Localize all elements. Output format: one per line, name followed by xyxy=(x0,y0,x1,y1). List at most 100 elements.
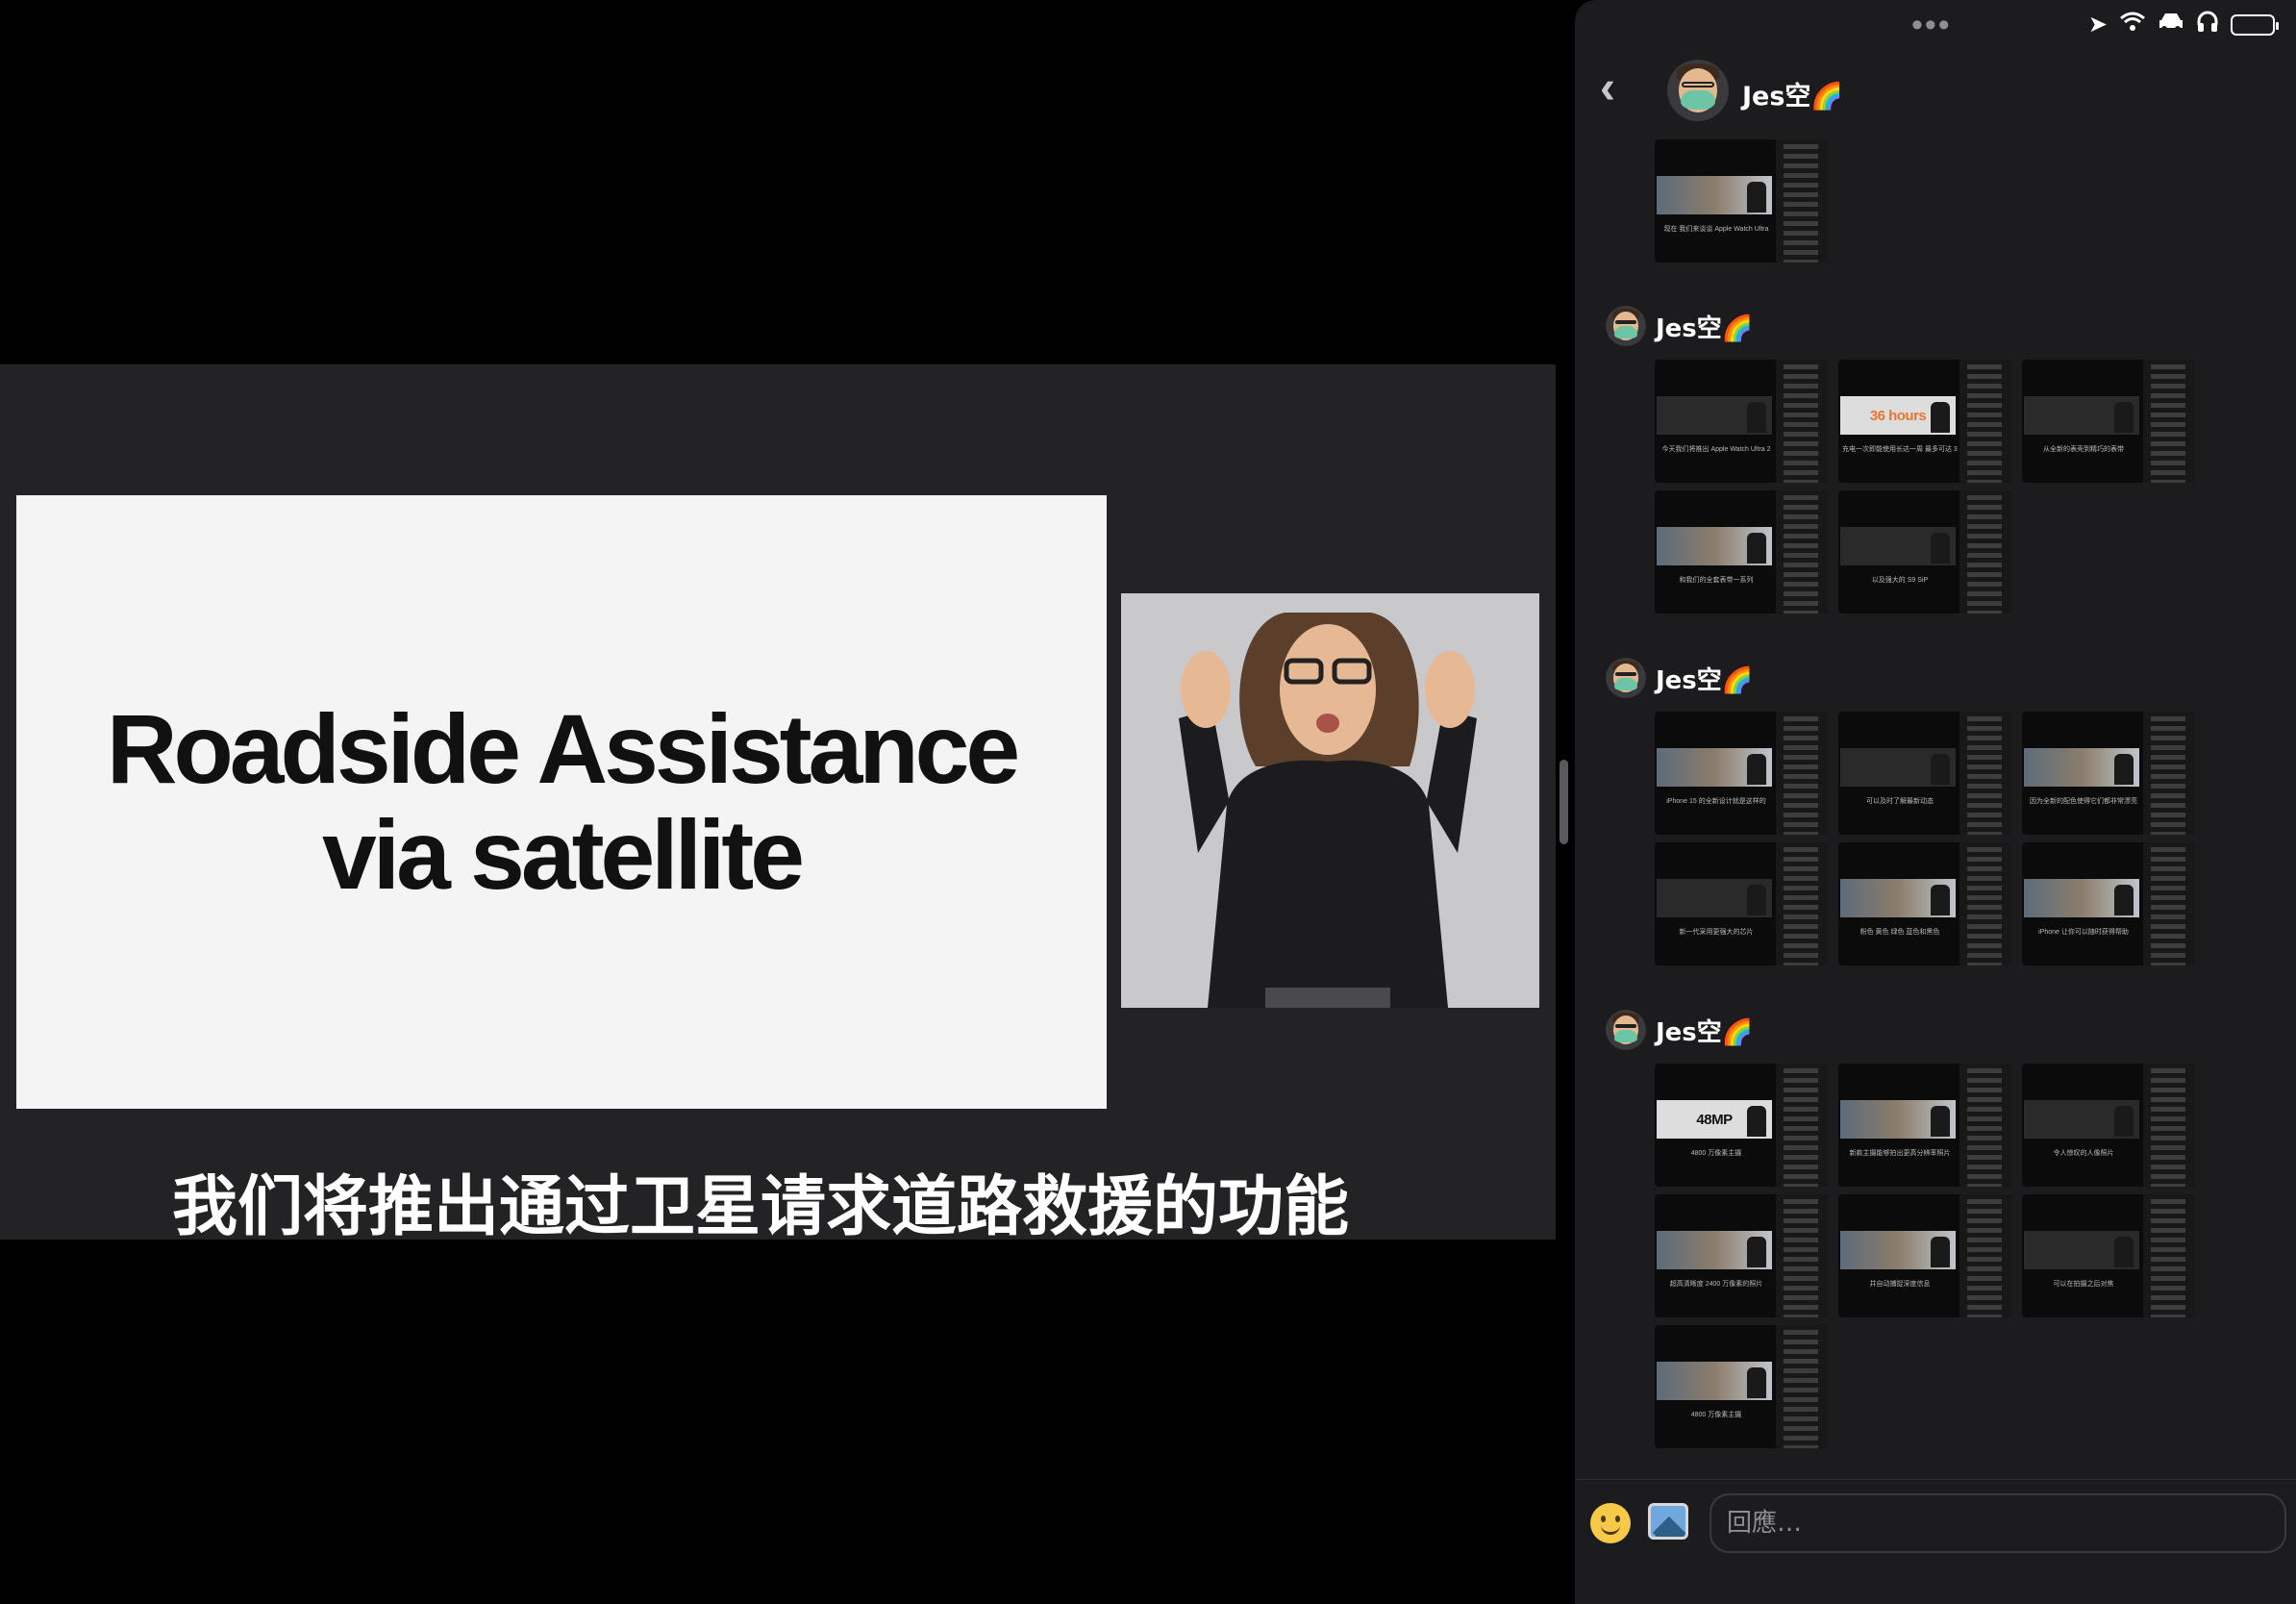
sender-name: Jes空🌈 xyxy=(1656,665,1754,695)
thumbnail-chat-strip xyxy=(1776,1325,1828,1448)
thumbnail-chat-strip xyxy=(1959,712,2011,835)
screenshot-thumbnail[interactable]: 今天我们将推出 Apple Watch Ultra 2 xyxy=(1655,360,1828,483)
sender-name: Jes空🌈 xyxy=(1656,313,1754,343)
screenshot-thumbnail[interactable]: 可以及时了解最新动态 xyxy=(1838,712,2011,835)
thumbnail-caption: 现在 我们来谈谈 Apple Watch Ultra xyxy=(1663,226,1769,233)
screenshot-thumbnail[interactable]: 因为全新的配色使得它们都非常漂亮 xyxy=(2022,712,2195,835)
thumbnail-chat-strip xyxy=(2143,1194,2195,1317)
thumbnail-chat-strip xyxy=(1959,1064,2011,1187)
screenshot-thumbnail[interactable]: 4800 万像素主摄 xyxy=(1655,1325,1828,1448)
video-player[interactable]: Roadside Assistance via satellite 我们将推出通… xyxy=(0,0,1573,1604)
back-chevron-icon[interactable]: ‹ xyxy=(1600,65,1615,112)
thumbnail-caption: iPhone 让你可以随时获得帮助 xyxy=(2038,929,2129,936)
screenshot-thumbnail[interactable]: 从全新的表壳到精巧的表带 xyxy=(2022,360,2195,483)
interpreter-figure xyxy=(2114,402,2134,433)
interpreter-figure xyxy=(1931,402,1950,433)
interpreter-figure xyxy=(1747,533,1766,564)
thumbnail-caption: 令人惊叹的人像照片 xyxy=(2053,1150,2114,1157)
thumbnail-chat-strip xyxy=(1776,490,1828,614)
screenshot-thumbnail[interactable]: 48MP 4800 万像素主摄 xyxy=(1655,1064,1828,1187)
interpreter-figure xyxy=(1747,1367,1766,1398)
interpreter-figure xyxy=(1747,1106,1766,1137)
sender-name: Jes空🌈 xyxy=(1656,1017,1754,1047)
interpreter-figure xyxy=(1747,885,1766,915)
headphones-icon xyxy=(2196,10,2219,39)
thumbnail-caption: 粉色 黄色 绿色 蓝色和黑色 xyxy=(1859,929,1940,936)
thumbnail-chat-strip xyxy=(2143,1064,2195,1187)
screenshot-thumbnail[interactable]: 新款主摄能够拍出更高分辨率照片 xyxy=(1838,1064,2011,1187)
thumbnail-caption: 充电一次即能使用长达一周 最多可达 36 小时 xyxy=(1842,446,1958,453)
interpreter-figure xyxy=(1931,1106,1950,1137)
thumbnail-caption: 可以在拍摄之后对焦 xyxy=(2053,1281,2114,1288)
thumbnail-chat-strip xyxy=(1776,1194,1828,1317)
video-subtitle: 我们将推出通过卫星请求道路救援的功能 xyxy=(171,1169,1349,1245)
thumbnail-chat-strip xyxy=(1776,1064,1828,1187)
thumbnail-caption: 4800 万像素主摄 xyxy=(1690,1412,1742,1418)
video-frame[interactable]: Roadside Assistance via satellite 我们将推出通… xyxy=(0,364,1556,1245)
thumbnail-chat-strip xyxy=(1776,139,1828,263)
thumbnail-chat-strip xyxy=(1776,712,1828,835)
car-icon xyxy=(2158,11,2184,38)
thumbnail-caption: 4800 万像素主摄 xyxy=(1690,1150,1742,1157)
thumbnail-caption: 从全新的表壳到精巧的表带 xyxy=(2043,446,2124,453)
slide-title-line-2: via satellite xyxy=(322,800,805,910)
interpreter-figure xyxy=(1931,1237,1950,1267)
battery-icon xyxy=(2231,13,2279,36)
slide-title-line-1: Roadside Assistance xyxy=(106,694,1020,804)
chat-header: ‹ Jes空🌈 xyxy=(1575,54,2296,127)
screenshot-thumbnail[interactable]: 可以在拍摄之后对焦 xyxy=(2022,1194,2195,1317)
interpreter-figure xyxy=(2114,885,2134,915)
interpreter-figure xyxy=(1121,593,1539,1008)
thumbnail-caption: 和我们的全套表带一系列 xyxy=(1679,577,1754,584)
screenshot-thumbnail[interactable]: 以及强大的 S9 SiP xyxy=(1838,490,2011,614)
thumbnail-chat-strip xyxy=(2143,712,2195,835)
interpreter-figure xyxy=(2114,1106,2134,1137)
screenshot-thumbnail[interactable]: iPhone 15 的全新设计就是这样的 xyxy=(1655,712,1828,835)
sender-avatar[interactable] xyxy=(1606,306,1646,346)
screenshot-thumbnail[interactable]: 并自动捕捉深度信息 xyxy=(1838,1194,2011,1317)
reply-input[interactable] xyxy=(1710,1493,2286,1553)
multitasking-dots[interactable]: ••• xyxy=(1911,9,1952,41)
message-sender-header: Jes空🌈 xyxy=(1606,658,1753,698)
emoji-icon[interactable] xyxy=(1590,1503,1631,1543)
contact-avatar[interactable] xyxy=(1667,60,1729,121)
interpreter-figure xyxy=(1747,754,1766,785)
sender-avatar[interactable] xyxy=(1606,658,1646,698)
contact-name[interactable]: Jes空🌈 xyxy=(1742,75,1843,113)
thumbnail-caption: 超高清晰度 2400 万像素的照片 xyxy=(1669,1281,1763,1288)
chat-panel: ••• ➤ ‹ Jes空🌈 现在 我们来谈谈 Apple Watch Ultra… xyxy=(1575,0,2296,1604)
thumbnail-chat-strip xyxy=(2143,360,2195,483)
location-icon: ➤ xyxy=(2087,11,2108,38)
wifi-icon xyxy=(2119,11,2146,38)
photo-icon[interactable] xyxy=(1648,1503,1688,1540)
interpreter-figure xyxy=(1931,533,1950,564)
screenshot-thumbnail[interactable]: 令人惊叹的人像照片 xyxy=(2022,1064,2195,1187)
thumbnail-caption: 可以及时了解最新动态 xyxy=(1866,798,1934,805)
interpreter-figure xyxy=(2114,1237,2134,1267)
interpreter-figure xyxy=(1747,182,1766,213)
status-bar: ➤ xyxy=(2087,10,2279,39)
screenshot-thumbnail[interactable]: 超高清晰度 2400 万像素的照片 xyxy=(1655,1194,1828,1317)
screenshot-thumbnail[interactable]: 和我们的全套表带一系列 xyxy=(1655,490,1828,614)
screenshot-thumbnail[interactable]: 现在 我们来谈谈 Apple Watch Ultra xyxy=(1655,139,1828,263)
message-sender-header: Jes空🌈 xyxy=(1606,1010,1753,1050)
thumbnail-caption: 因为全新的配色使得它们都非常漂亮 xyxy=(2030,798,2137,805)
message-sender-header: Jes空🌈 xyxy=(1606,306,1753,346)
interpreter-figure xyxy=(1931,885,1950,915)
split-view-handle[interactable] xyxy=(1560,760,1568,844)
screenshot-thumbnail[interactable]: 新一代采用更强大的芯片 xyxy=(1655,842,1828,965)
thumbnail-caption: 新款主摄能够拍出更高分辨率照片 xyxy=(1849,1150,1951,1157)
thumbnail-caption: iPhone 15 的全新设计就是这样的 xyxy=(1666,798,1766,805)
thumbnail-chat-strip xyxy=(1959,842,2011,965)
screenshot-thumbnail[interactable]: 粉色 黄色 绿色 蓝色和黑色 xyxy=(1838,842,2011,965)
thumbnail-caption: 今天我们将推出 Apple Watch Ultra 2 xyxy=(1661,446,1771,453)
interpreter-figure xyxy=(1931,754,1950,785)
thumbnail-caption: 并自动捕捉深度信息 xyxy=(1869,1281,1931,1288)
thumbnail-chat-strip xyxy=(1959,360,2011,483)
thumbnail-chat-strip xyxy=(2143,842,2195,965)
screenshot-thumbnail[interactable]: iPhone 让你可以随时获得帮助 xyxy=(2022,842,2195,965)
interpreter-figure xyxy=(1747,402,1766,433)
sender-avatar[interactable] xyxy=(1606,1010,1646,1050)
screenshot-thumbnail[interactable]: 36 hours充电一次即能使用长达一周 最多可达 36 小时 xyxy=(1838,360,2011,483)
thumbnail-chat-strip xyxy=(1959,490,2011,614)
